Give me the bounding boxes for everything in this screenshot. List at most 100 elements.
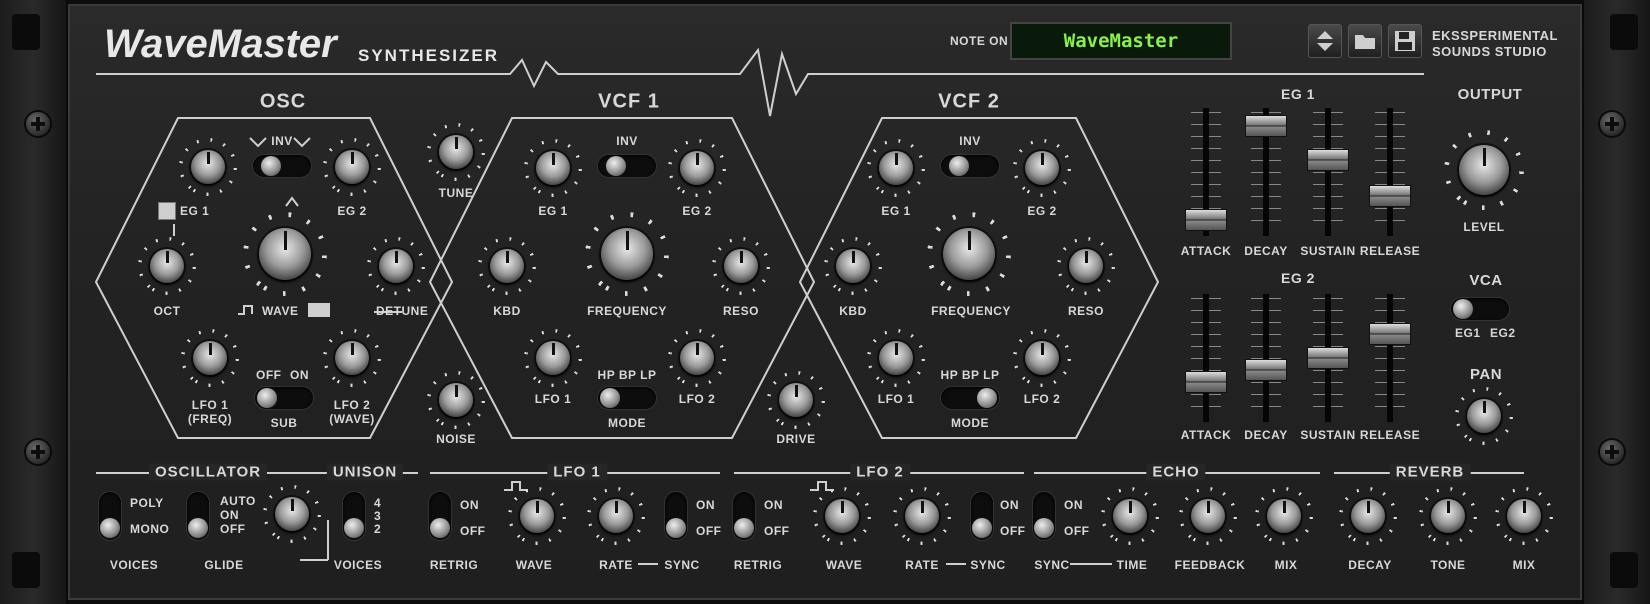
- lfo2-retrig-label: RETRIG: [733, 558, 783, 572]
- lfo2-rate-knob[interactable]: [905, 499, 939, 533]
- osc-inv-toggle[interactable]: [253, 155, 311, 177]
- echo-mix-knob[interactable]: [1267, 499, 1301, 533]
- vcf1-kbd-knob[interactable]: [490, 249, 524, 283]
- vcf1-eg2-knob[interactable]: [680, 151, 714, 185]
- eg1-attack-fader[interactable]: [1185, 209, 1227, 231]
- glide-mode-switch[interactable]: [187, 492, 209, 540]
- preset-prev-next-button[interactable]: [1308, 24, 1342, 58]
- vcf2-lfo2-knob[interactable]: [1025, 341, 1059, 375]
- eg2-attack-label: ATTACK: [1180, 428, 1232, 442]
- osc-wave-label: WAVE: [262, 304, 299, 318]
- save-icon: [1395, 31, 1415, 51]
- osc-detune-knob[interactable]: [379, 249, 413, 283]
- eg1-sustain-label: SUSTAIN: [1300, 244, 1356, 258]
- reverb-decay-label: DECAY: [1348, 558, 1392, 572]
- vca-eg1-label: EG1: [1455, 326, 1481, 340]
- unison-2-label: 2: [374, 522, 382, 536]
- pan-knob[interactable]: [1467, 399, 1501, 433]
- osc-lfo2-knob[interactable]: [335, 341, 369, 375]
- osc-lfo1-knob[interactable]: [193, 341, 227, 375]
- vcf1-eg1-knob[interactable]: [536, 151, 570, 185]
- reverb-decay-knob[interactable]: [1351, 499, 1385, 533]
- vcf1-frequency-label: FREQUENCY: [587, 304, 667, 318]
- oscillator-voices-label: VOICES: [109, 558, 159, 572]
- vca-toggle[interactable]: [1451, 298, 1509, 320]
- vcf1-reso-knob[interactable]: [724, 249, 758, 283]
- osc-sub-label: SUB: [270, 416, 298, 430]
- eg1-decay-label: DECAY: [1244, 244, 1288, 258]
- vcf2-reso-knob[interactable]: [1069, 249, 1103, 283]
- osc-eg1-checkbox[interactable]: [158, 202, 176, 220]
- vcf1-lfo2-knob[interactable]: [680, 341, 714, 375]
- echo-time-knob[interactable]: [1113, 499, 1147, 533]
- reverb-section-title: REVERB: [1389, 463, 1471, 481]
- osc-eg2-knob[interactable]: [335, 150, 369, 184]
- osc-eg2-label: EG 2: [337, 204, 367, 218]
- lfo1-wave-knob[interactable]: [520, 499, 554, 533]
- noise-knob[interactable]: [439, 383, 473, 417]
- lfo2-rate-label: RATE: [905, 558, 939, 572]
- voices-poly-label: POLY: [130, 496, 164, 510]
- osc-lfo1-label: LFO 1: [191, 398, 229, 412]
- unison-4-label: 4: [374, 496, 382, 510]
- eg1-decay-fader[interactable]: [1245, 115, 1287, 138]
- vcf2-kbd-knob[interactable]: [836, 249, 870, 283]
- eg2-sustain-fader[interactable]: [1307, 347, 1349, 369]
- lfo1-sync-label: SYNC: [664, 558, 700, 572]
- eg1-release-label: RELEASE: [1359, 244, 1421, 258]
- lfo2-retrig-switch[interactable]: [733, 492, 755, 540]
- save-button[interactable]: [1388, 24, 1422, 58]
- lfo2-section-title: LFO 2: [850, 463, 910, 481]
- reverb-mix-label: MIX: [1512, 558, 1536, 572]
- load-button[interactable]: [1348, 24, 1382, 58]
- eg2-decay-fader[interactable]: [1245, 359, 1287, 381]
- vcf2-eg2-knob[interactable]: [1025, 151, 1059, 185]
- eg1-release-fader[interactable]: [1369, 185, 1411, 207]
- lfo1-sync-switch[interactable]: [665, 492, 687, 540]
- eg1-title: EG 1: [1281, 86, 1315, 102]
- pan-title: PAN: [1469, 366, 1503, 383]
- voices-mono-label: MONO: [130, 522, 170, 536]
- eg2-attack-fader[interactable]: [1185, 371, 1227, 393]
- vcf2-frequency-knob[interactable]: [943, 228, 995, 280]
- output-level-knob[interactable]: [1459, 145, 1509, 195]
- osc-oct-knob[interactable]: [150, 249, 184, 283]
- vcf2-mode-switch[interactable]: [941, 387, 999, 409]
- glide-knob[interactable]: [275, 497, 309, 531]
- echo-feedback-knob[interactable]: [1191, 499, 1225, 533]
- vcf2-inv-label: INV: [959, 134, 981, 148]
- vcf1-lfo1-knob[interactable]: [536, 341, 570, 375]
- eg2-fader-track: [1387, 294, 1393, 422]
- vcf1-mode-label: MODE: [608, 416, 646, 430]
- eg2-fader-track: [1263, 294, 1269, 422]
- vcf2-frequency-label: FREQUENCY: [931, 304, 1011, 318]
- unison-voices-switch[interactable]: [343, 492, 365, 540]
- eg1-sustain-fader[interactable]: [1307, 149, 1349, 171]
- vcf1-mode-switch[interactable]: [598, 387, 656, 409]
- lfo1-retrig-switch[interactable]: [429, 492, 451, 540]
- vcf2-lfo1-knob[interactable]: [879, 341, 913, 375]
- output-level-label: LEVEL: [1463, 220, 1505, 234]
- arrow-up-icon: [1317, 31, 1333, 51]
- vcf2-kbd-label: KBD: [839, 304, 867, 318]
- vcf2-eg1-label: EG 1: [881, 204, 911, 218]
- lfo1-rate-knob[interactable]: [599, 499, 633, 533]
- vcf1-frequency-knob[interactable]: [601, 228, 653, 280]
- osc-wave-knob[interactable]: [259, 228, 311, 280]
- voices-mode-switch[interactable]: [99, 492, 121, 540]
- vcf1-inv-toggle[interactable]: [598, 155, 656, 177]
- reverb-mix-knob[interactable]: [1507, 499, 1541, 533]
- echo-sync-switch[interactable]: [1033, 492, 1055, 540]
- noise-label: NOISE: [436, 432, 476, 446]
- tune-knob[interactable]: [439, 135, 473, 169]
- osc-sub-toggle[interactable]: [255, 387, 313, 409]
- vcf2-inv-toggle[interactable]: [941, 155, 999, 177]
- eg2-release-fader[interactable]: [1369, 323, 1411, 345]
- drive-knob[interactable]: [779, 383, 813, 417]
- lfo2-sync-switch[interactable]: [971, 492, 993, 540]
- reverb-tone-knob[interactable]: [1431, 499, 1465, 533]
- vcf2-title: VCF 2: [938, 90, 1000, 113]
- lfo2-wave-knob[interactable]: [825, 499, 859, 533]
- osc-eg1-knob[interactable]: [191, 150, 225, 184]
- vcf2-eg1-knob[interactable]: [879, 151, 913, 185]
